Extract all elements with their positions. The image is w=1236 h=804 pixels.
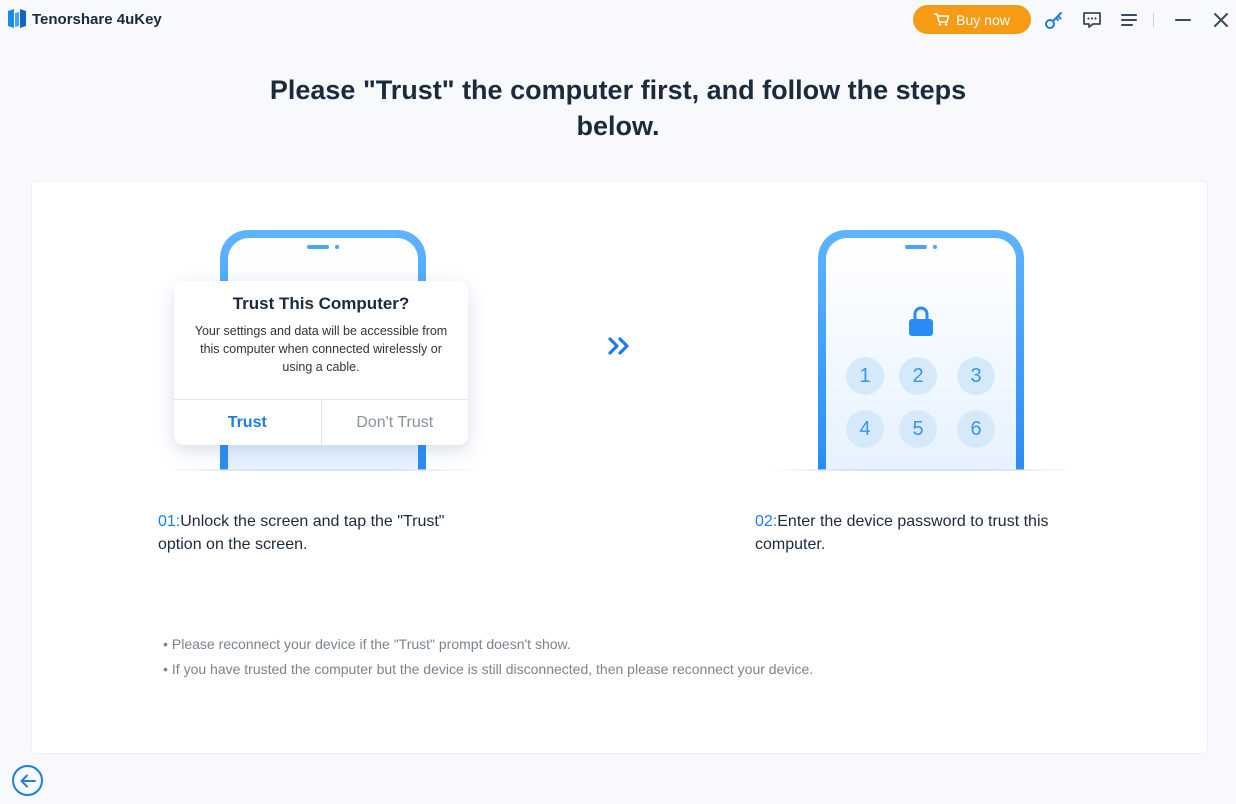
key-icon[interactable]: [1043, 9, 1065, 31]
page-title-line1: Please "Trust" the computer first, and f…: [269, 75, 967, 105]
phone-base-line: [162, 469, 482, 471]
keypad-key-6[interactable]: 6: [957, 410, 995, 448]
cart-icon: [934, 13, 950, 26]
step-2-line2: computer.: [755, 536, 826, 553]
dialog-body: Your settings and data will be accessibl…: [194, 324, 448, 374]
step-1-line1: Unlock the screen and tap the "Trust": [180, 513, 445, 530]
step-2-text: 02:Enter the device password to trust th…: [755, 510, 1049, 556]
trust-button[interactable]: Trust: [174, 400, 322, 445]
brand: Tenorshare 4uKey: [8, 8, 162, 30]
phone-illustration-passcode: 1 2 3 4 5 6: [818, 230, 1024, 470]
keypad-key-2[interactable]: 2: [899, 357, 937, 395]
page-title-line2: below.: [576, 111, 660, 141]
keypad-key-4[interactable]: 4: [846, 410, 884, 448]
minimize-icon[interactable]: [1172, 9, 1194, 31]
step-1-number: 01:: [158, 513, 181, 530]
keypad-key-1[interactable]: 1: [846, 357, 884, 395]
app-logo-icon: [8, 9, 26, 28]
step-1-line2: option on the screen.: [158, 536, 308, 553]
arrow-left-icon: [20, 774, 36, 787]
step-1-text: 01:Unlock the screen and tap the "Trust"…: [158, 510, 444, 556]
dialog-actions: Trust Don't Trust: [174, 399, 468, 445]
feedback-icon[interactable]: [1081, 9, 1103, 31]
note-item: If you have trusted the computer but the…: [163, 657, 813, 682]
title-bar: Tenorshare 4uKey Buy now: [0, 0, 1236, 40]
trust-dialog: Trust This Computer? Your settings and d…: [174, 281, 468, 445]
menu-icon[interactable]: [1119, 9, 1141, 31]
keypad-key-3[interactable]: 3: [957, 357, 995, 395]
phone-notch: [307, 245, 339, 249]
page-title: Please "Trust" the computer first, and f…: [0, 72, 1236, 144]
notes-list: Please reconnect your device if the "Tru…: [163, 632, 813, 682]
step-2-number: 02:: [755, 513, 778, 530]
lock-icon: [909, 306, 933, 336]
note-item: Please reconnect your device if the "Tru…: [163, 632, 813, 657]
double-chevron-right-icon: [608, 337, 629, 355]
app-name: Tenorshare 4uKey: [32, 10, 162, 28]
instructions-card: Trust This Computer? Your settings and d…: [31, 181, 1208, 754]
step-2-line1: Enter the device password to trust this: [777, 513, 1049, 530]
back-button[interactable]: [12, 765, 43, 796]
phone-notch: [905, 245, 937, 249]
close-icon[interactable]: [1210, 9, 1232, 31]
buy-now-button[interactable]: Buy now: [913, 5, 1031, 34]
phone-screen: 1 2 3 4 5 6: [826, 238, 1016, 470]
buy-now-label: Buy now: [956, 11, 1010, 28]
phone-base-line: [767, 469, 1077, 471]
toolbar-divider: [1153, 13, 1154, 27]
dont-trust-button[interactable]: Don't Trust: [322, 400, 469, 445]
dialog-title: Trust This Computer?: [232, 294, 410, 313]
keypad-key-5[interactable]: 5: [899, 410, 937, 448]
